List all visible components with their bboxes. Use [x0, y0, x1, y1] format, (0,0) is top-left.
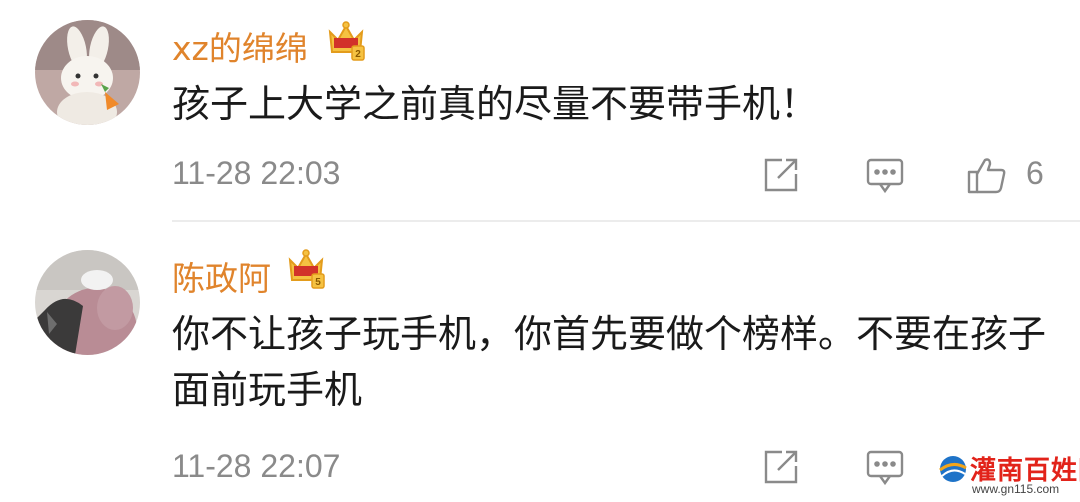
comment-item: 陈政阿 5 你不让孩子玩手机，你首先要做个榜样。不要在孩子面前玩手机 11-28… — [0, 222, 1080, 502]
timestamp: 11-28 22:07 — [172, 448, 341, 484]
share-icon[interactable] — [760, 446, 802, 488]
avatar[interactable] — [35, 20, 140, 125]
globe-logo-icon — [938, 454, 968, 484]
vip-crown-icon[interactable]: 5 — [286, 246, 326, 290]
avatar[interactable] — [35, 250, 140, 355]
comment-item: xz的绵绵 2 孩子上大学之前真的尽量不要带手机！ 11-28 22:03 6 — [0, 0, 1080, 222]
svg-text:2: 2 — [355, 49, 361, 60]
thumbs-up-icon[interactable] — [966, 154, 1008, 196]
watermark: 灌南百姓网 www.gn115.com — [938, 450, 1080, 500]
username[interactable]: 陈政阿 — [172, 252, 271, 300]
username[interactable]: xz的绵绵 — [172, 22, 308, 70]
comment-text: 你不让孩子玩手机，你首先要做个榜样。不要在孩子面前玩手机 — [172, 312, 1047, 412]
svg-text:5: 5 — [315, 277, 321, 288]
comment-icon[interactable] — [864, 154, 906, 196]
comment-icon[interactable] — [864, 446, 906, 488]
watermark-url: www.gn115.com — [972, 482, 1060, 496]
comment-text: 孩子上大学之前真的尽量不要带手机！ — [172, 82, 819, 126]
timestamp: 11-28 22:03 — [172, 155, 341, 191]
like-count: 6 — [1026, 155, 1044, 191]
vip-crown-icon[interactable]: 2 — [326, 18, 366, 62]
share-icon[interactable] — [760, 154, 802, 196]
